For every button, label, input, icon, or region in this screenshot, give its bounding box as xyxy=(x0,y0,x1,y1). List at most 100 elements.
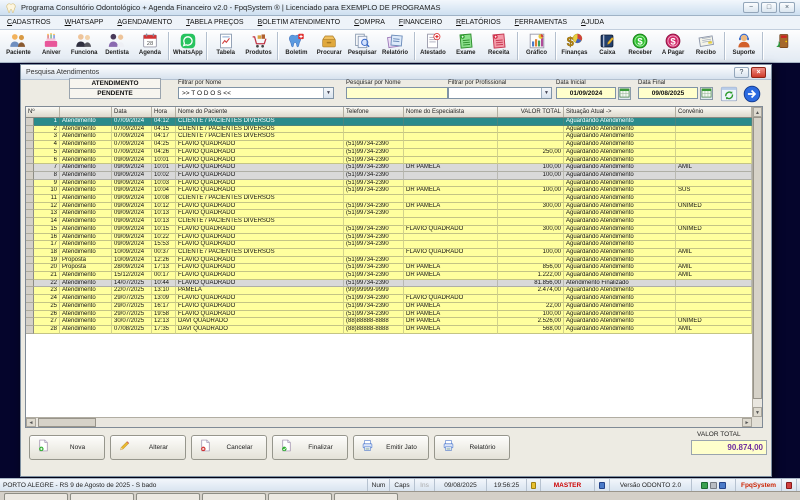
column-header-paciente[interactable]: Nome do Paciente xyxy=(176,107,344,117)
scroll-left-arrow[interactable]: ◄ xyxy=(26,418,36,427)
taskbar-tab[interactable] xyxy=(4,493,68,500)
horizontal-scrollbar[interactable]: ◄ ► xyxy=(26,417,752,427)
table-row[interactable]: 27Atendimento30/07/202512:13DAVI QUADRAD… xyxy=(26,318,752,326)
date-end-field[interactable]: 09/08/2025 xyxy=(638,87,698,99)
finalizar-button[interactable]: Finalizar xyxy=(272,435,348,460)
toolbar-receita-button[interactable]: Receita xyxy=(482,30,515,62)
relatorio-button[interactable]: Relatório xyxy=(434,435,510,460)
column-header-n[interactable]: Nº xyxy=(26,107,60,117)
search-go-button[interactable] xyxy=(742,84,762,104)
nova-button[interactable]: Nova xyxy=(29,435,105,460)
vertical-scroll-thumb[interactable] xyxy=(753,117,762,399)
toolbar-financas-button[interactable]: $Finanças xyxy=(558,30,591,62)
menu-item-financeiro[interactable]: FINANCEIRO xyxy=(392,19,449,26)
scroll-down-arrow[interactable]: ▼ xyxy=(753,407,762,417)
alterar-button[interactable]: Alterar xyxy=(110,435,186,460)
table-row[interactable]: 2Atendimento07/09/202404:15CLIENTE / PAC… xyxy=(26,126,752,134)
taskbar-tab[interactable] xyxy=(334,493,398,500)
toolbar-exame-button[interactable]: Exame xyxy=(449,30,482,62)
column-header-data[interactable]: Data xyxy=(112,107,152,117)
toolbar-agenda-button[interactable]: 28Agenda xyxy=(134,30,167,62)
menu-item-agendamento[interactable]: AGENDAMENTO xyxy=(110,19,179,26)
toolbar-produtos-button[interactable]: Produtos xyxy=(242,30,275,62)
toolbar-grafico-button[interactable]: Gráfico xyxy=(520,30,553,62)
table-row[interactable]: 23Atendimento22/07/202513:10PAMELA(99)99… xyxy=(26,287,752,295)
table-row[interactable]: 5Atendimento07/09/202404:26FLAVIO QUADRA… xyxy=(26,149,752,157)
toolbar-dentista-button[interactable]: Dentista xyxy=(101,30,134,62)
toolbar-pesquisar-button[interactable]: Pesquisar xyxy=(346,30,379,62)
toolbar-suporte-button[interactable]: Suporte xyxy=(727,30,760,62)
column-header-tipo[interactable] xyxy=(60,107,112,117)
table-row[interactable]: 16Atendimento09/09/202410:22FLAVIO QUADR… xyxy=(26,234,752,242)
toolbar-paciente-button[interactable]: Paciente xyxy=(2,30,35,62)
refresh-button[interactable] xyxy=(719,84,739,104)
table-row[interactable]: 28Atendimento07/08/202517:35DAVI QUADRAD… xyxy=(26,326,752,334)
column-header-situacao[interactable]: Situação Atual -> xyxy=(564,107,676,117)
search-name-input[interactable] xyxy=(346,87,448,99)
table-row[interactable]: 9Atendimento09/09/202410:03FLAVIO QUADRA… xyxy=(26,180,752,188)
toolbar-aniver-button[interactable]: Aniver xyxy=(35,30,68,62)
table-row[interactable]: 4Atendimento07/09/202404:25FLAVIO QUADRA… xyxy=(26,141,752,149)
toolbar-apagar-button[interactable]: $A Pagar xyxy=(657,30,690,62)
toolbar-whatsapp-button[interactable]: WhatsApp xyxy=(171,30,204,62)
column-header-telefone[interactable]: Telefone xyxy=(344,107,404,117)
toolbar-receber-button[interactable]: $Receber xyxy=(624,30,657,62)
help-button[interactable]: ? xyxy=(734,67,749,78)
table-row[interactable]: 6Atendimento09/09/202410:01FLAVIO QUADRA… xyxy=(26,157,752,165)
toolbar-funciona-button[interactable]: Funciona xyxy=(68,30,101,62)
taskbar-tab[interactable] xyxy=(70,493,134,500)
table-row[interactable]: 13Atendimento09/09/202410:13FLAVIO QUADR… xyxy=(26,210,752,218)
calendar-end-button[interactable] xyxy=(700,87,713,100)
menu-item-tabela-preços[interactable]: TABELA PREÇOS xyxy=(179,19,250,26)
table-row[interactable]: 21Atendimento15/12/202400:17FLAVIO QUADR… xyxy=(26,272,752,280)
cancelar-button[interactable]: Cancelar xyxy=(191,435,267,460)
toolbar-recibo-button[interactable]: Recibo xyxy=(690,30,723,62)
toolbar-relatorio-button[interactable]: Relatório xyxy=(379,30,412,62)
table-row[interactable]: 1Atendimento07/09/202404:12CLIENTE / PAC… xyxy=(26,118,752,126)
table-row[interactable]: 3Atendimento07/09/202404:17CLIENTE / PAC… xyxy=(26,133,752,141)
toolbar-caixa-button[interactable]: Caixa xyxy=(591,30,624,62)
table-row[interactable]: 22Atendimento14/07/202510:44FLAVIO QUADR… xyxy=(26,280,752,288)
toolbar-sair-button[interactable] xyxy=(765,30,798,62)
toolbar-procurar-button[interactable]: Procurar xyxy=(313,30,346,62)
table-row[interactable]: 25Atendimento29/07/202516:17FLAVIO QUADR… xyxy=(26,303,752,311)
table-row[interactable]: 19Proposta10/09/202412:26FLAVIO QUADRADO… xyxy=(26,257,752,265)
menu-item-ajuda[interactable]: AJUDA xyxy=(574,19,611,26)
filter-prof-select[interactable]: ▼ xyxy=(448,87,552,99)
table-row[interactable]: 14Atendimento09/09/202410:13CLIENTE / PA… xyxy=(26,218,752,226)
minimize-button[interactable]: − xyxy=(743,2,759,13)
date-start-field[interactable]: 01/09/2024 xyxy=(556,87,616,99)
table-row[interactable]: 17Atendimento09/09/202415:53FLAVIO QUADR… xyxy=(26,241,752,249)
filter-name-select[interactable]: >> T O D O S << ▼ xyxy=(178,87,334,99)
maximize-button[interactable]: □ xyxy=(761,2,777,13)
column-header-convenio[interactable]: Convênio xyxy=(676,107,752,117)
table-row[interactable]: 18Atendimento10/09/202400:37CLIENTE / PA… xyxy=(26,249,752,257)
taskbar-tab[interactable] xyxy=(202,493,266,500)
menu-item-whatsapp[interactable]: WHATSAPP xyxy=(58,19,111,26)
table-row[interactable]: 26Atendimento29/07/202519:58FLAVIO QUADR… xyxy=(26,311,752,319)
taskbar-tab[interactable] xyxy=(136,493,200,500)
table-row[interactable]: 24Atendimento29/07/202513:09FLAVIO QUADR… xyxy=(26,295,752,303)
scroll-right-arrow[interactable]: ► xyxy=(742,418,752,427)
column-header-valor[interactable]: VALOR TOTAL xyxy=(498,107,564,117)
calendar-start-button[interactable] xyxy=(618,87,631,100)
column-header-especialista[interactable]: Nome do Especialista xyxy=(404,107,498,117)
menu-item-relat-rios[interactable]: RELATÓRIOS xyxy=(449,19,508,26)
table-row[interactable]: 10Atendimento09/09/202410:04FLAVIO QUADR… xyxy=(26,187,752,195)
column-header-hora[interactable]: Hora xyxy=(152,107,176,117)
taskbar-tab[interactable] xyxy=(268,493,332,500)
menu-item-compra[interactable]: COMPRA xyxy=(347,19,392,26)
toolbar-boletim-button[interactable]: Boletim xyxy=(280,30,313,62)
menu-item-ferramentas[interactable]: FERRAMENTAS xyxy=(508,19,574,26)
table-row[interactable]: 11Atendimento09/09/202410:08CLIENTE / PA… xyxy=(26,195,752,203)
table-row[interactable]: 7Atendimento09/09/202410:01FLAVIO QUADRA… xyxy=(26,164,752,172)
table-row[interactable]: 8Atendimento09/09/202410:02FLAVIO QUADRA… xyxy=(26,172,752,180)
table-row[interactable]: 15Atendimento09/09/202410:15FLAVIO QUADR… xyxy=(26,226,752,234)
close-window-button[interactable]: × xyxy=(751,67,766,78)
toolbar-atestado-button[interactable]: Atestado xyxy=(417,30,450,62)
menu-item-cadastros[interactable]: CADASTROS xyxy=(0,19,58,26)
vertical-scrollbar[interactable]: ▲ ▼ xyxy=(752,107,762,417)
table-row[interactable]: 20Proposta28/09/202417:13FLAVIO QUADRADO… xyxy=(26,264,752,272)
toolbar-tabela-button[interactable]: Tabela xyxy=(209,30,242,62)
emitir-jato-button[interactable]: Emitir Jato xyxy=(353,435,429,460)
